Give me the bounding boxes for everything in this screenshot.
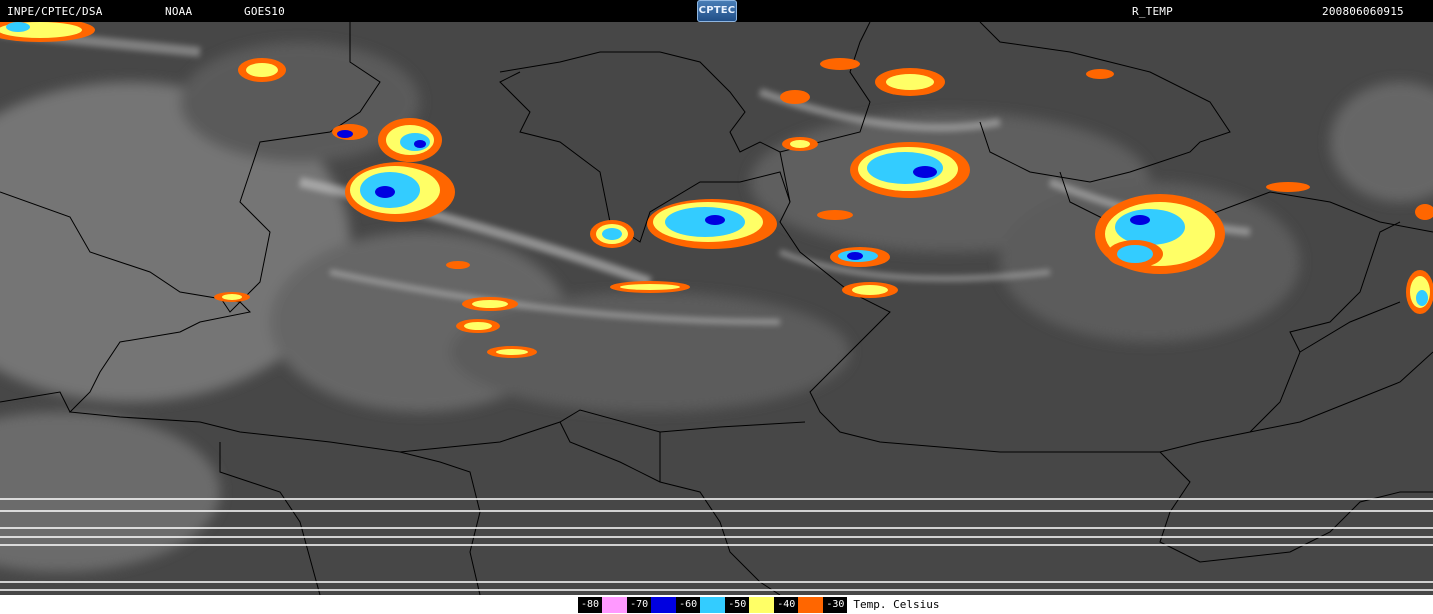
satellite-image [0,18,1433,596]
timestamp-label: 200806060915 [1322,5,1404,18]
legend-swatch [602,596,628,613]
legend-item: -80 [578,596,628,613]
header-bar: INPE/CPTEC/DSA NOAA GOES10 CPTEC R_TEMP … [0,0,1433,22]
satellite-label: GOES10 [244,5,285,18]
legend-swatch [798,596,824,613]
legend-unit: Temp. Celsius [853,598,940,611]
legend-item: -60 [676,596,726,613]
legend-swatch [700,596,726,613]
legend-item: -50 [725,596,775,613]
legend-bar: -80 -70 -60 -50 -40 -30 Temp. Celsius [0,595,1433,614]
legend-swatch [749,596,775,613]
agency-label: NOAA [165,5,193,18]
legend-swatch [651,596,677,613]
cptec-logo: CPTEC [697,0,737,22]
legend-item: -70 [627,596,677,613]
source-label: INPE/CPTEC/DSA [7,5,103,18]
temperature-legend: -80 -70 -60 -50 -40 -30 Temp. Celsius [578,595,939,614]
product-label: R_TEMP [1132,5,1173,18]
satellite-map [0,18,1433,596]
legend-item: -30 [823,596,848,613]
legend-item: -40 [774,596,824,613]
